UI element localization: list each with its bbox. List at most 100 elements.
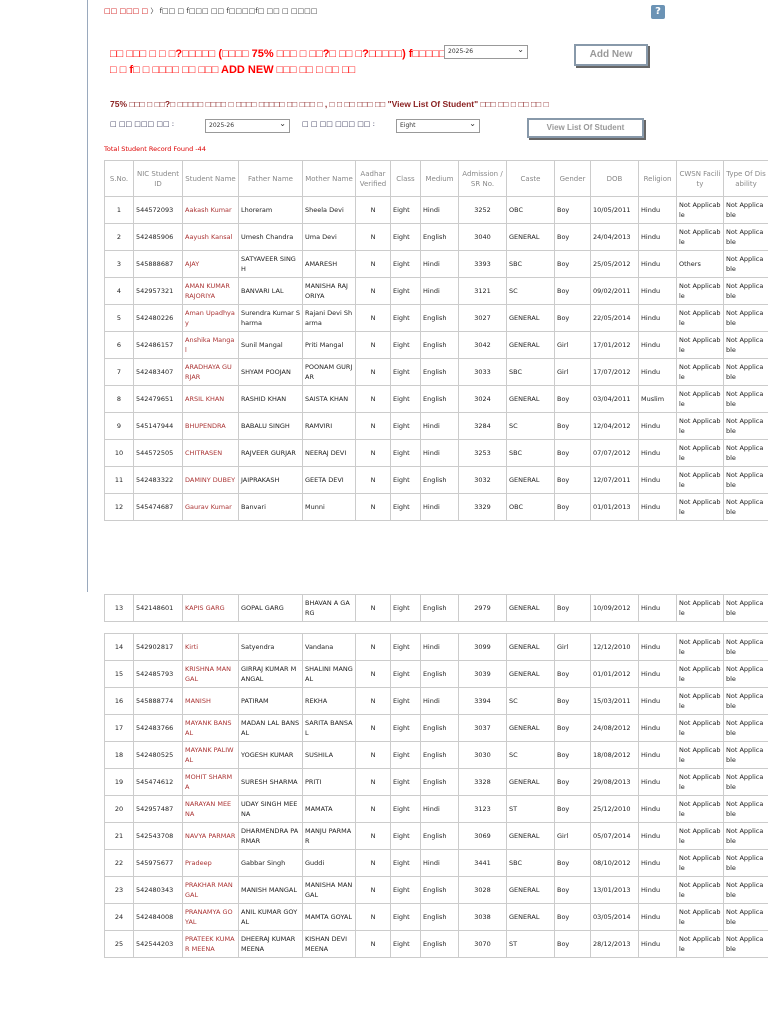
student-name-link[interactable]: Aakash Kumar	[182, 196, 239, 224]
student-table-row-13: 13 542148601 KAPIS GARG GOPAL GARG BHAVAN A …	[104, 594, 768, 622]
table-cell: Boy	[554, 594, 591, 622]
help-icon[interactable]: ?	[651, 5, 665, 19]
table-cell: GOPAL GARG	[238, 594, 303, 622]
year-select[interactable]: 2025-26	[205, 118, 290, 133]
student-name-link[interactable]: MOHIT SHARMA	[182, 768, 239, 796]
student-name-link[interactable]: BHUPENDRA	[182, 412, 239, 440]
table-cell: Not Applicable	[723, 594, 768, 622]
table-row: 9 545147944 BHUPENDRA BABALU SINGH RAMVIRI N E…	[104, 412, 768, 440]
student-name-link[interactable]: AJAY	[182, 250, 239, 278]
student-name-link[interactable]: PRATEEK KUMAR MEENA	[182, 930, 239, 958]
view-list-button[interactable]: View List Of Student	[527, 118, 644, 138]
table-cell: Lhoreram	[238, 196, 303, 224]
table-cell: Not Applicable	[723, 412, 768, 440]
table-cell: Hindu	[638, 331, 677, 359]
student-name-link[interactable]: Anshika Mangal	[182, 331, 239, 359]
student-name-link[interactable]: MAYANK PALIWAL	[182, 741, 239, 769]
year-select-top[interactable]: 2025-26	[444, 44, 528, 59]
table-cell: Hindu	[638, 930, 677, 958]
table-cell: Boy	[554, 493, 591, 521]
student-name-link[interactable]: CHITRASEN	[182, 439, 239, 467]
student-name-link[interactable]: ARADHAYA GURJAR	[182, 358, 239, 386]
add-new-button[interactable]: Add New	[574, 44, 648, 66]
student-name-link[interactable]: KAPIS GARG	[182, 594, 239, 622]
page-border	[87, 0, 88, 592]
table-cell: Hindu	[638, 250, 677, 278]
student-name-link[interactable]: MANISH	[182, 687, 239, 715]
table-cell: GENERAL	[506, 660, 555, 688]
table-cell: 8	[104, 385, 134, 413]
table-cell: N	[355, 493, 391, 521]
table-cell: Eight	[390, 594, 421, 622]
table-cell: 3099	[458, 633, 507, 661]
column-header: Aadhar Verified	[355, 160, 391, 197]
table-cell: 542485793	[133, 660, 183, 688]
table-cell: Hindi	[420, 849, 459, 877]
table-cell: Not Applicable	[676, 358, 724, 386]
table-cell: Not Applicable	[676, 439, 724, 467]
student-name-link[interactable]: NAVYA PARMAR	[182, 822, 239, 850]
table-cell: Not Applicable	[723, 741, 768, 769]
table-cell: SHALINI MANGAL	[302, 660, 356, 688]
table-cell: Eight	[390, 466, 421, 494]
table-row: 14 542902817 Kirti Satyendra Vandana N Eight Hi…	[104, 633, 768, 661]
student-name-link[interactable]: AMAN KUMAR RAJORIYA	[182, 277, 239, 305]
table-cell: N	[355, 223, 391, 251]
student-name-link[interactable]: PRANAMYA GOYAL	[182, 903, 239, 931]
class-select[interactable]: Eight	[396, 118, 480, 133]
table-cell: 2979	[458, 594, 507, 622]
table-cell: English	[420, 223, 459, 251]
table-cell: Not Applicable	[723, 660, 768, 688]
student-name-link[interactable]: MAYANK BANSAL	[182, 714, 239, 742]
table-cell: English	[420, 594, 459, 622]
table-cell: BABALU SINGH	[238, 412, 303, 440]
breadcrumb: □□ □□□ □ 〉 f□□ □ f□□□ □□ f□□□□f□ □□ □ □□…	[104, 7, 318, 15]
student-name-link[interactable]: KRISHNA MANGAL	[182, 660, 239, 688]
student-name-link[interactable]: DAMINY DUBEY	[182, 466, 239, 494]
table-cell: English	[420, 304, 459, 332]
table-cell: NEERAJ DEVI	[302, 439, 356, 467]
table-cell: 10/05/2011	[590, 196, 639, 224]
student-name-link[interactable]: Kirti	[182, 633, 239, 661]
table-cell: 3252	[458, 196, 507, 224]
table-cell: Not Applicable	[723, 633, 768, 661]
table-cell: Eight	[390, 250, 421, 278]
table-cell: 542544203	[133, 930, 183, 958]
class-label: □ □ □□ □□□ □□ :	[302, 120, 376, 128]
breadcrumb-home[interactable]: □□ □□□ □	[104, 7, 148, 15]
table-cell: DHARMENDRA PARMAR	[238, 822, 303, 850]
table-cell: N	[355, 876, 391, 904]
student-name-link[interactable]: Gaurav Kumar	[182, 493, 239, 521]
student-name-link[interactable]: NARAYAN MEENA	[182, 795, 239, 823]
table-cell: PATIRAM	[238, 687, 303, 715]
table-cell: 3070	[458, 930, 507, 958]
table-cell: MAMTA GOYAL	[302, 903, 356, 931]
table-cell: 17/01/2012	[590, 331, 639, 359]
table-cell: Hindi	[420, 687, 459, 715]
table-cell: SBC	[506, 849, 555, 877]
table-row: 17 542483766 MAYANK BANSAL MADAN LAL BANSAL…	[104, 714, 768, 742]
table-cell: Not Applicable	[676, 768, 724, 796]
student-name-link[interactable]: Aayush Kansal	[182, 223, 239, 251]
table-cell: Girl	[554, 331, 591, 359]
table-cell: Eight	[390, 687, 421, 715]
student-name-link[interactable]: Pradeep	[182, 849, 239, 877]
student-name-link[interactable]: ARSIL KHAN	[182, 385, 239, 413]
table-row: 13 542148601 KAPIS GARG GOPAL GARG BHAVAN A …	[104, 594, 768, 622]
table-cell: GENERAL	[506, 903, 555, 931]
table-cell: Eight	[390, 304, 421, 332]
table-cell: N	[355, 358, 391, 386]
table-cell: Hindu	[638, 493, 677, 521]
table-cell: Rajani Devi Sharma	[302, 304, 356, 332]
table-cell: Boy	[554, 768, 591, 796]
table-cell: Not Applicable	[723, 439, 768, 467]
table-cell: Hindu	[638, 822, 677, 850]
student-name-link[interactable]: PRAKHAR MANGAL	[182, 876, 239, 904]
table-cell: N	[355, 768, 391, 796]
table-cell: KISHAN DEVI MEENA	[302, 930, 356, 958]
table-cell: N	[355, 930, 391, 958]
student-name-link[interactable]: Aman Upadhyay	[182, 304, 239, 332]
table-cell: English	[420, 876, 459, 904]
table-cell: N	[355, 196, 391, 224]
table-cell: Not Applicable	[723, 277, 768, 305]
